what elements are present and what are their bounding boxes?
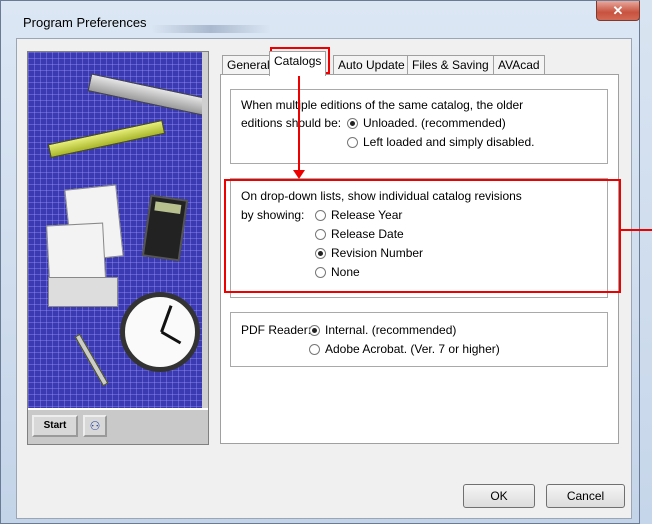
editions-group: When multiple editions of the same catal…: [230, 89, 608, 164]
radio-unloaded[interactable]: Unloaded. (recommended): [347, 116, 506, 130]
radio-left-loaded-label: Left loaded and simply disabled.: [363, 135, 535, 149]
radio-checked-icon: [309, 324, 320, 336]
illustration-edge: [202, 52, 208, 444]
editions-description: When multiple editions of the same catal…: [241, 98, 524, 112]
radio-pdf-acrobat-label: Adobe Acrobat. (Ver. 7 or higher): [325, 342, 500, 356]
pdf-reader-group: PDF Reader: Internal. (recommended) Adob…: [230, 312, 608, 367]
tab-avacad[interactable]: AVAcad: [493, 55, 545, 75]
annotation-arrow-icon: [293, 170, 305, 179]
window-title: Program Preferences: [23, 15, 147, 30]
radio-pdf-internal[interactable]: Internal. (recommended): [309, 323, 456, 337]
illustration-taskbar: Start ⚇: [28, 408, 208, 444]
radio-checked-icon: [347, 117, 358, 129]
tab-files-saving[interactable]: Files & Saving: [407, 55, 494, 75]
radio-unchecked-icon: [347, 136, 358, 148]
close-icon: ✕: [612, 2, 624, 18]
title-bar-glass: [151, 25, 271, 33]
cancel-button[interactable]: Cancel: [546, 484, 625, 508]
tab-catalogs[interactable]: Catalogs: [269, 51, 327, 76]
tab-auto-update[interactable]: Auto Update: [333, 55, 410, 75]
radio-pdf-internal-label: Internal. (recommended): [325, 323, 457, 337]
radio-left-loaded[interactable]: Left loaded and simply disabled.: [347, 135, 534, 149]
network-icon: ⚇: [83, 415, 107, 437]
annotation-connector-vertical: [298, 74, 300, 174]
revisions-group-highlight: [224, 179, 621, 293]
ok-button[interactable]: OK: [463, 484, 535, 508]
title-bar[interactable]: Program Preferences ✕: [1, 1, 640, 33]
tab-general[interactable]: General: [222, 55, 275, 75]
blueprint-image: [48, 277, 118, 307]
illustration-start-button: Start: [32, 415, 78, 437]
editions-prefix: editions should be:: [241, 116, 342, 130]
radio-pdf-acrobat[interactable]: Adobe Acrobat. (Ver. 7 or higher): [309, 342, 500, 356]
preferences-illustration: Start ⚇: [27, 51, 209, 445]
radio-unchecked-icon: [309, 343, 320, 355]
close-button[interactable]: ✕: [596, 1, 640, 21]
annotation-connector-right: [621, 229, 652, 231]
pdf-reader-prefix: PDF Reader:: [241, 323, 312, 337]
clock-image: [120, 292, 200, 372]
radio-unloaded-label: Unloaded. (recommended): [363, 116, 506, 130]
